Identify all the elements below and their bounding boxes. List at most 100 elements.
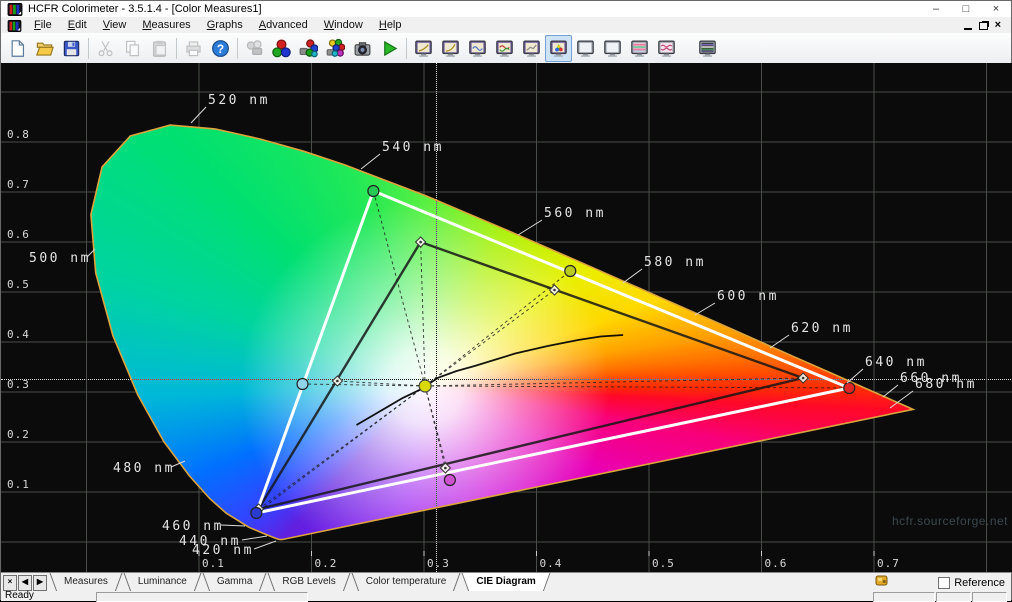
toolbar-separator	[88, 37, 89, 59]
reference-checkbox[interactable]	[938, 576, 951, 589]
close-button[interactable]: ×	[981, 1, 1011, 17]
maximize-button[interactable]: □	[951, 1, 981, 17]
sensor-status-icon	[875, 574, 888, 592]
x-axis-tick-label: 0.4	[539, 557, 563, 570]
run-measures-button[interactable]	[376, 35, 403, 62]
mdi-minimize-button[interactable]	[963, 21, 972, 30]
menu-edit[interactable]: Edit	[60, 19, 95, 31]
y-axis-tick-label: 0.4	[7, 328, 30, 341]
view-luminance-button[interactable]	[410, 35, 437, 62]
x-axis-tick-label: 0.3	[427, 557, 450, 570]
tab-measures[interactable]: Measures	[49, 573, 123, 592]
tab-luminance[interactable]: Luminance	[123, 573, 202, 592]
toolbar-separator	[237, 37, 238, 59]
measure-primaries-button[interactable]	[268, 35, 295, 62]
x-axis-tick-label: 0.6	[764, 557, 788, 570]
y-axis-tick-label: 0.6	[7, 228, 30, 241]
menu-bar: File Edit View Measures Graphs Advanced Window…	[1, 17, 1011, 33]
menu-advanced[interactable]: Advanced	[251, 19, 316, 31]
x-axis-tick-label: 0.7	[877, 557, 900, 570]
paste-button[interactable]	[146, 35, 173, 62]
view-measures-grid-button[interactable]	[572, 35, 599, 62]
new-document-button[interactable]	[4, 35, 31, 62]
measure-secondaries-button[interactable]	[295, 35, 322, 62]
wavelength-label: 580 nm	[644, 255, 706, 270]
toolbar-separator	[406, 37, 407, 59]
gamut-overlay	[86, 106, 916, 550]
mdi-window-controls: ×	[963, 19, 1011, 30]
window-title: HCFR Colorimeter - 3.5.1.4 - [Color Meas…	[28, 3, 262, 15]
menu-view[interactable]: View	[95, 19, 135, 31]
view-free-measures-button[interactable]	[599, 35, 626, 62]
status-text: Ready	[5, 590, 34, 601]
wavelength-label: 520 nm	[208, 93, 270, 108]
view-color-temperature-button[interactable]	[518, 35, 545, 62]
wavelength-label: 640 nm	[865, 355, 927, 370]
status-segment	[96, 592, 308, 602]
blackbody-locus-curve	[356, 334, 624, 426]
tab-rgb-levels[interactable]: RGB Levels	[267, 573, 351, 592]
view-cie-diagram-button[interactable]	[545, 34, 572, 62]
app-icon	[7, 2, 23, 16]
wavelength-label: 480 nm	[113, 461, 175, 476]
view-tab-bar: × ◀ ▶ Measures Luminance Gamma RGB Levels Co…	[1, 572, 1011, 592]
configure-sensor-button[interactable]	[241, 35, 268, 62]
cut-button[interactable]	[92, 35, 119, 62]
svg-text:?: ?	[217, 41, 224, 55]
view-patterns-button[interactable]	[694, 35, 721, 62]
document-icon	[7, 19, 22, 32]
wavelength-label: 560 nm	[544, 206, 606, 221]
reference-gamut-triangle	[254, 189, 851, 515]
reference-checkbox-label: Reference	[954, 576, 1005, 589]
menu-file[interactable]: File	[26, 19, 60, 31]
print-button[interactable]	[180, 35, 207, 62]
y-axis-tick-label: 0.8	[7, 128, 30, 141]
capture-measure-button[interactable]	[349, 35, 376, 62]
mdi-close-button[interactable]: ×	[995, 19, 1001, 30]
save-file-button[interactable]	[58, 35, 85, 62]
reference-red-marker	[843, 381, 856, 395]
wavelength-label: 540 nm	[382, 140, 444, 155]
app-window: HCFR Colorimeter - 3.5.1.4 - [Color Meas…	[0, 0, 1012, 602]
menu-measures[interactable]: Measures	[134, 19, 198, 31]
tab-gamma[interactable]: Gamma	[202, 573, 268, 592]
tab-cie-diagram[interactable]: CIE Diagram	[461, 573, 550, 592]
menu-graphs[interactable]: Graphs	[199, 19, 251, 31]
view-gamma-button[interactable]	[437, 35, 464, 62]
minimize-button[interactable]: –	[921, 1, 951, 17]
y-axis-tick-label: 0.7	[7, 178, 30, 191]
cie-diagram-plot: 520 nm 540 nm 560 nm 580 nm 600 nm 620 nm 640 …	[1, 63, 1012, 572]
watermark: hcfr.sourceforge.net	[891, 514, 1008, 528]
y-axis-tick-label: 0.1	[7, 478, 30, 491]
wavelength-label: 500 nm	[29, 251, 91, 266]
tab-scroll-right-button[interactable]: ▶	[33, 574, 47, 591]
view-saturation-scale-button[interactable]	[626, 35, 653, 62]
view-rgb-levels-button[interactable]	[491, 35, 518, 62]
reference-yellow-marker	[564, 264, 577, 278]
reference-blue-marker	[250, 506, 263, 520]
mdi-restore-button[interactable]	[978, 22, 988, 30]
tab-scroll-left-button[interactable]: ◀	[18, 574, 32, 591]
y-axis-tick-label: 0.5	[7, 278, 30, 291]
wavelength-label: 420 nm	[192, 543, 254, 558]
help-about-button[interactable]: ?	[207, 35, 234, 62]
measure-color-checker-button[interactable]	[322, 35, 349, 62]
menu-help[interactable]: Help	[371, 19, 410, 31]
reference-cyan-marker	[296, 377, 309, 391]
wavelength-label: 460 nm	[162, 519, 224, 534]
y-axis-tick-label: 0.2	[7, 428, 30, 441]
white-point-marker	[418, 379, 432, 393]
view-grayscale-button[interactable]	[653, 35, 680, 62]
copy-button[interactable]	[119, 35, 146, 62]
spectral-locus-outline	[90, 124, 916, 541]
x-axis-tick-label: 0.2	[314, 557, 338, 570]
open-file-button[interactable]	[31, 35, 58, 62]
tab-close-button[interactable]: ×	[3, 574, 17, 591]
view-near-black-button[interactable]	[464, 35, 491, 62]
wavelength-label: 680 nm	[915, 377, 977, 392]
status-segment	[972, 592, 1007, 602]
reference-green-marker	[367, 184, 380, 198]
tab-color-temperature[interactable]: Color temperature	[351, 573, 462, 592]
reference-magenta-marker	[443, 473, 456, 487]
menu-window[interactable]: Window	[316, 19, 371, 31]
